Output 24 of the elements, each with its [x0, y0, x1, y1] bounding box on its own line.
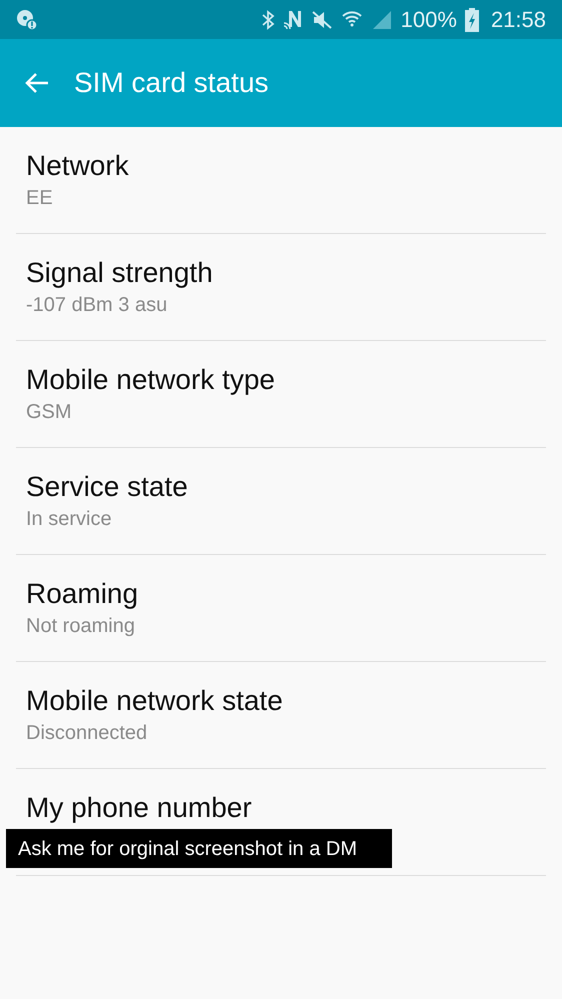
- clock: 21:58: [490, 6, 546, 34]
- battery-percentage: 100%: [400, 6, 457, 34]
- setting-label: Mobile network type: [26, 363, 276, 397]
- setting-value: Disconnected: [26, 721, 148, 746]
- setting-label: Signal strength: [26, 256, 214, 290]
- setting-label: Mobile network state: [26, 684, 284, 718]
- signal-icon: [370, 8, 393, 30]
- setting-value: -107 dBm 3 asu: [26, 293, 168, 318]
- nfc-icon: [282, 8, 303, 30]
- back-arrow-icon[interactable]: [24, 71, 50, 95]
- setting-label: Network: [26, 149, 130, 183]
- overlay-note: Ask me for orginal screenshot in a DM: [6, 829, 392, 868]
- bluetooth-icon: [260, 8, 275, 30]
- setting-value: GSM: [26, 400, 73, 425]
- setting-value: In service: [26, 507, 113, 532]
- setting-value: Not roaming: [26, 614, 136, 639]
- muted-speaker-icon: [310, 8, 333, 30]
- setting-value: EE: [26, 186, 54, 211]
- screen-title: SIM card status: [74, 66, 269, 100]
- setting-label: Service state: [26, 470, 189, 504]
- setting-label: Roaming: [26, 577, 140, 611]
- charging-battery-icon: [464, 8, 479, 32]
- setting-label: My phone number: [26, 791, 253, 825]
- disc-alert-icon: [16, 8, 38, 30]
